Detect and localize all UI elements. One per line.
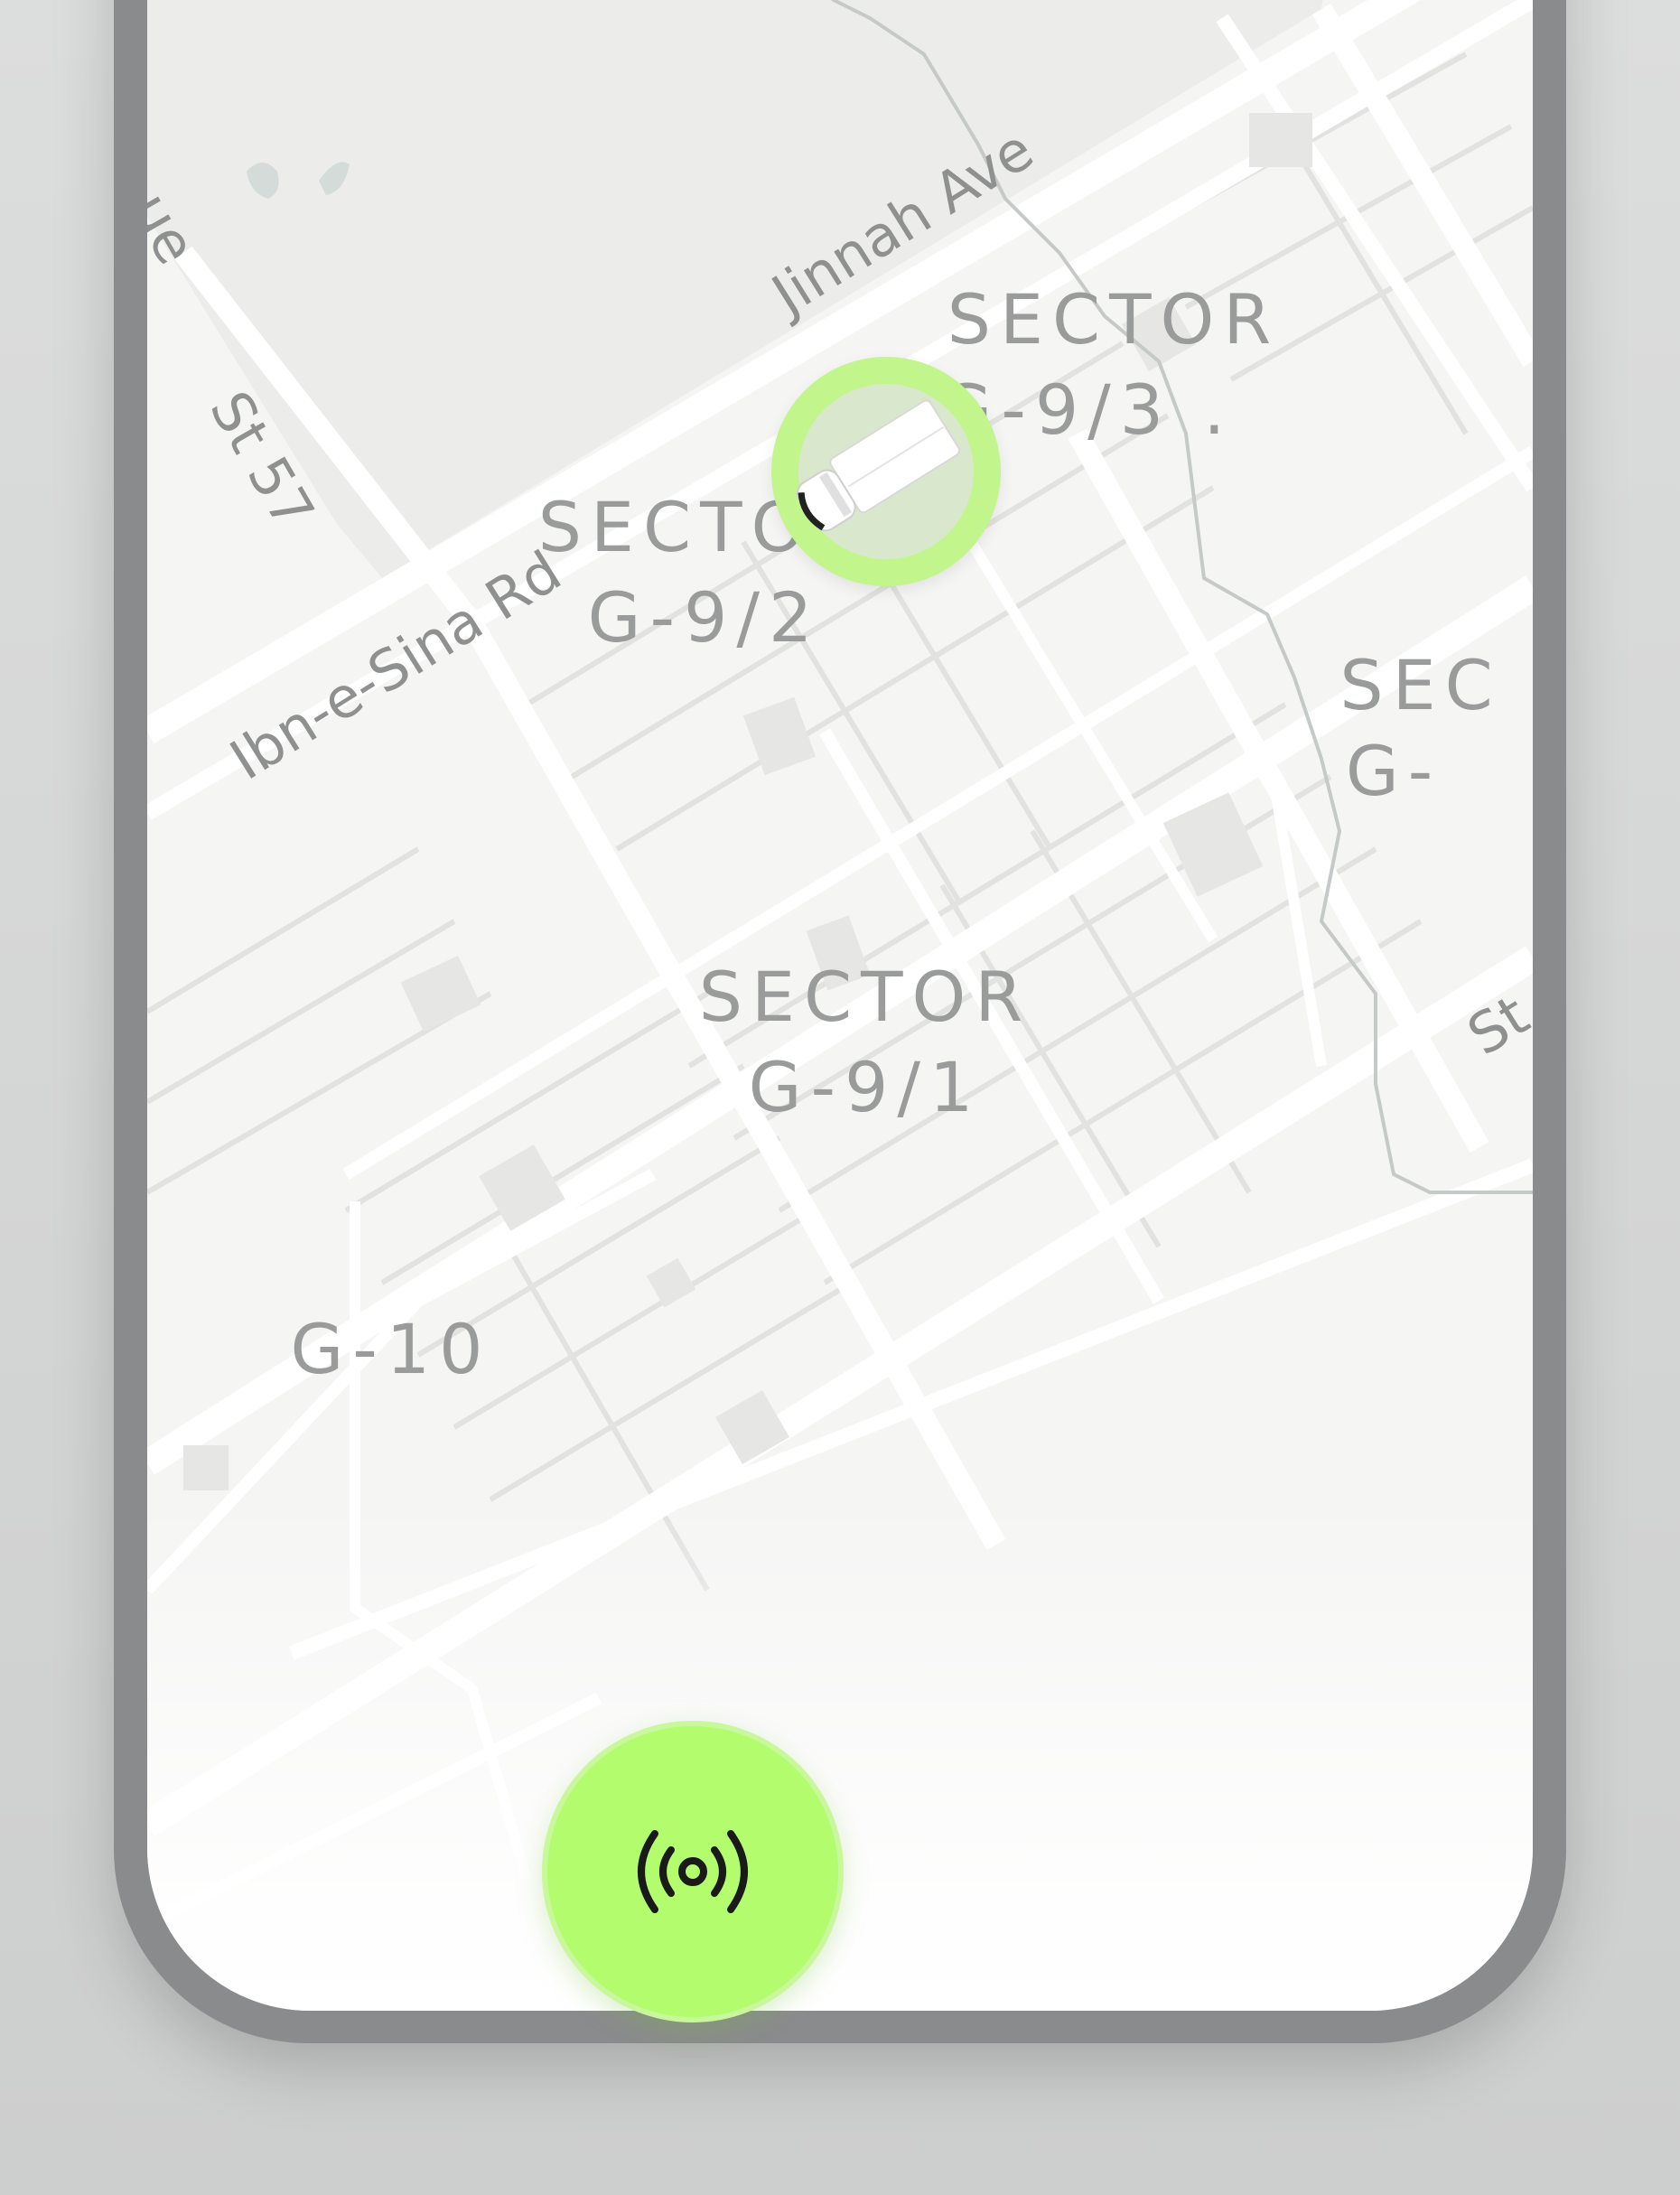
map-screen[interactable]: SECTOR G-9/3 . SECTOR G-9/2 SECTOR G-9/1… xyxy=(147,0,1533,2011)
map-canvas[interactable]: SECTOR G-9/3 . SECTOR G-9/2 SECTOR G-9/1… xyxy=(147,0,1533,2011)
map-label-text: SECTOR xyxy=(947,279,1280,360)
map-label-text: G-9/1 xyxy=(749,1047,983,1127)
map-label-text: G-9/2 xyxy=(588,577,822,658)
sector-partial-label: SEC G- xyxy=(1339,645,1501,811)
map-label-text: G- xyxy=(1346,731,1442,811)
truck-icon xyxy=(797,399,961,532)
area-label-g10: G-10 xyxy=(290,1309,491,1389)
vehicle-marker[interactable] xyxy=(771,357,1001,586)
map-label-text: SECTOR xyxy=(699,957,1031,1037)
sector-g91-label: SECTOR G-9/1 xyxy=(699,957,1031,1127)
map-label-text: SEC xyxy=(1339,645,1501,725)
broadcast-icon xyxy=(638,1830,748,1913)
broadcast-button[interactable] xyxy=(542,1721,844,2022)
